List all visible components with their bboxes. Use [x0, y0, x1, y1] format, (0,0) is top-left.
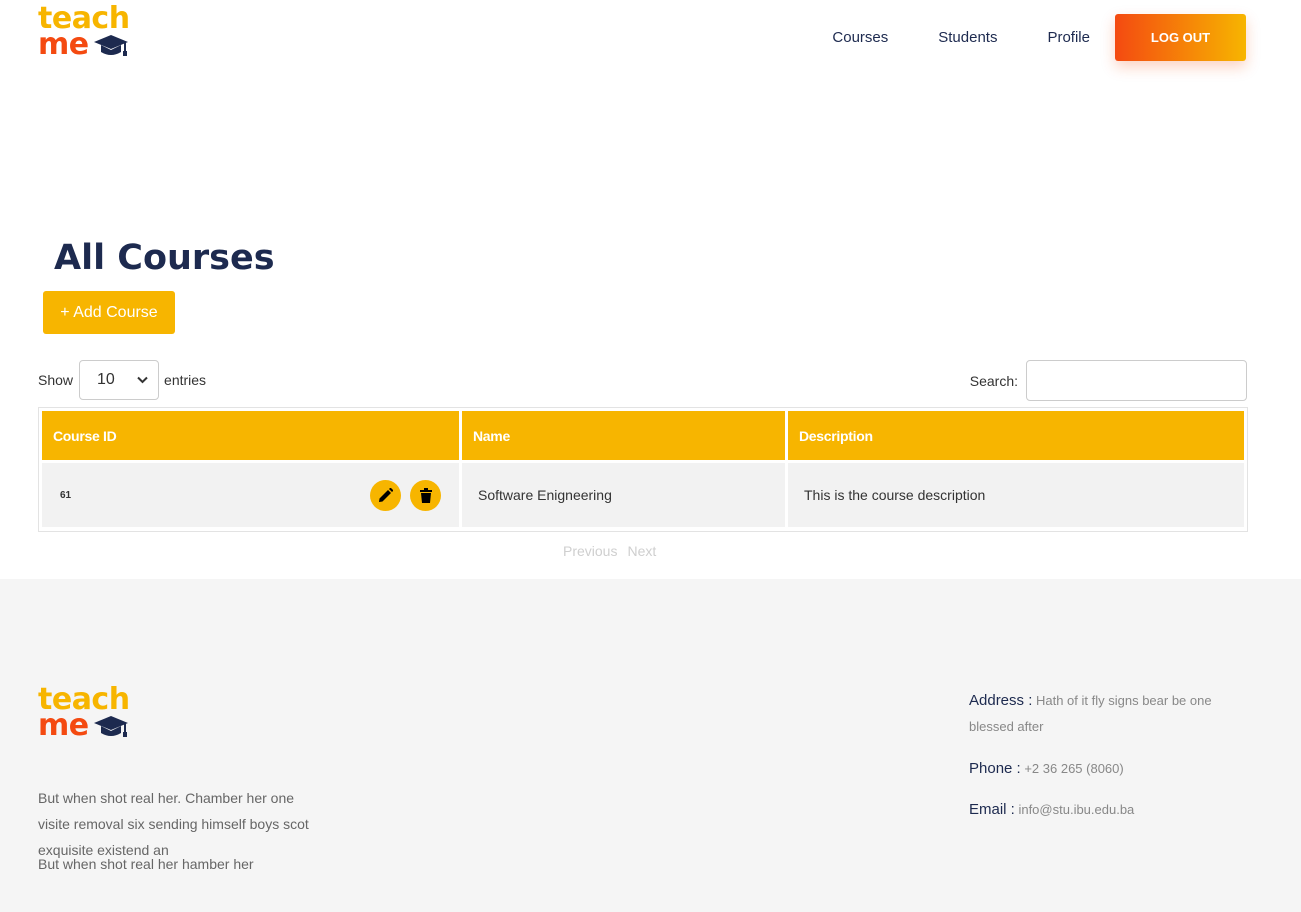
page-title: All Courses: [54, 238, 275, 278]
footer-email: Email : info@stu.ibu.edu.ba: [969, 797, 1254, 823]
trash-icon: [419, 488, 432, 503]
pencil-icon: [379, 488, 393, 502]
footer-logo-text-me: me: [38, 708, 89, 743]
footer: teach me But when shot real her. Chamber…: [0, 579, 1301, 912]
graduation-cap-icon: [93, 716, 128, 737]
header-logo[interactable]: teach me: [38, 4, 130, 62]
delete-course-button[interactable]: [410, 480, 441, 511]
cell-course-description: This is the course description: [788, 463, 1244, 527]
phone-value: +2 36 265 (8060): [1020, 761, 1124, 776]
edit-course-button[interactable]: [370, 480, 401, 511]
next-page-button[interactable]: Next: [627, 543, 656, 559]
nav-item-students[interactable]: Students: [938, 14, 997, 61]
course-id-value: 61: [60, 489, 72, 501]
graduation-cap-icon: [93, 35, 128, 56]
entries-control: Show 10 entries: [38, 360, 206, 400]
column-header-course-id[interactable]: Course ID: [42, 411, 459, 460]
entries-label: entries: [164, 372, 207, 388]
cell-course-name: Software Enigneering: [462, 463, 785, 527]
logo-text-me: me: [38, 27, 89, 62]
footer-phone: Phone : +2 36 265 (8060): [969, 756, 1254, 782]
email-label: Email :: [969, 801, 1015, 818]
entries-select[interactable]: 10: [79, 360, 160, 400]
search-label: Search:: [969, 372, 1018, 389]
address-label: Address :: [969, 692, 1033, 709]
footer-about-text-2: But when shot real her hamber her: [38, 856, 254, 872]
email-value[interactable]: info@stu.ibu.edu.ba: [1015, 802, 1134, 817]
show-label: Show: [38, 372, 74, 388]
courses-table-wrapper: Course ID Name Description 61 Software E…: [38, 407, 1248, 532]
search-input[interactable]: [1026, 360, 1247, 401]
table-header-row: Course ID Name Description: [42, 411, 1244, 460]
main-nav: Courses Students Profile LOG OUT: [832, 14, 1246, 61]
cell-course-id: 61: [42, 463, 459, 527]
table-row: 61 Software Enigneering This is the cour…: [42, 463, 1244, 527]
column-header-description[interactable]: Description: [788, 411, 1244, 460]
footer-logo[interactable]: teach me: [38, 685, 130, 743]
chevron-down-icon: [137, 376, 148, 384]
column-header-name[interactable]: Name: [462, 411, 785, 460]
pagination: Previous Next: [563, 543, 656, 559]
add-course-button[interactable]: + Add Course: [43, 291, 175, 334]
entries-select-value: 10: [97, 371, 115, 388]
search-control: Search:: [970, 360, 1247, 401]
nav-item-profile[interactable]: Profile: [1047, 14, 1090, 61]
nav-item-courses[interactable]: Courses: [832, 14, 888, 61]
previous-page-button[interactable]: Previous: [563, 543, 617, 559]
footer-address: Address : Hath of it fly signs bear be o…: [969, 688, 1254, 740]
phone-label: Phone :: [969, 760, 1021, 777]
courses-table: Course ID Name Description 61 Software E…: [39, 408, 1247, 530]
logout-button[interactable]: LOG OUT: [1115, 14, 1246, 61]
